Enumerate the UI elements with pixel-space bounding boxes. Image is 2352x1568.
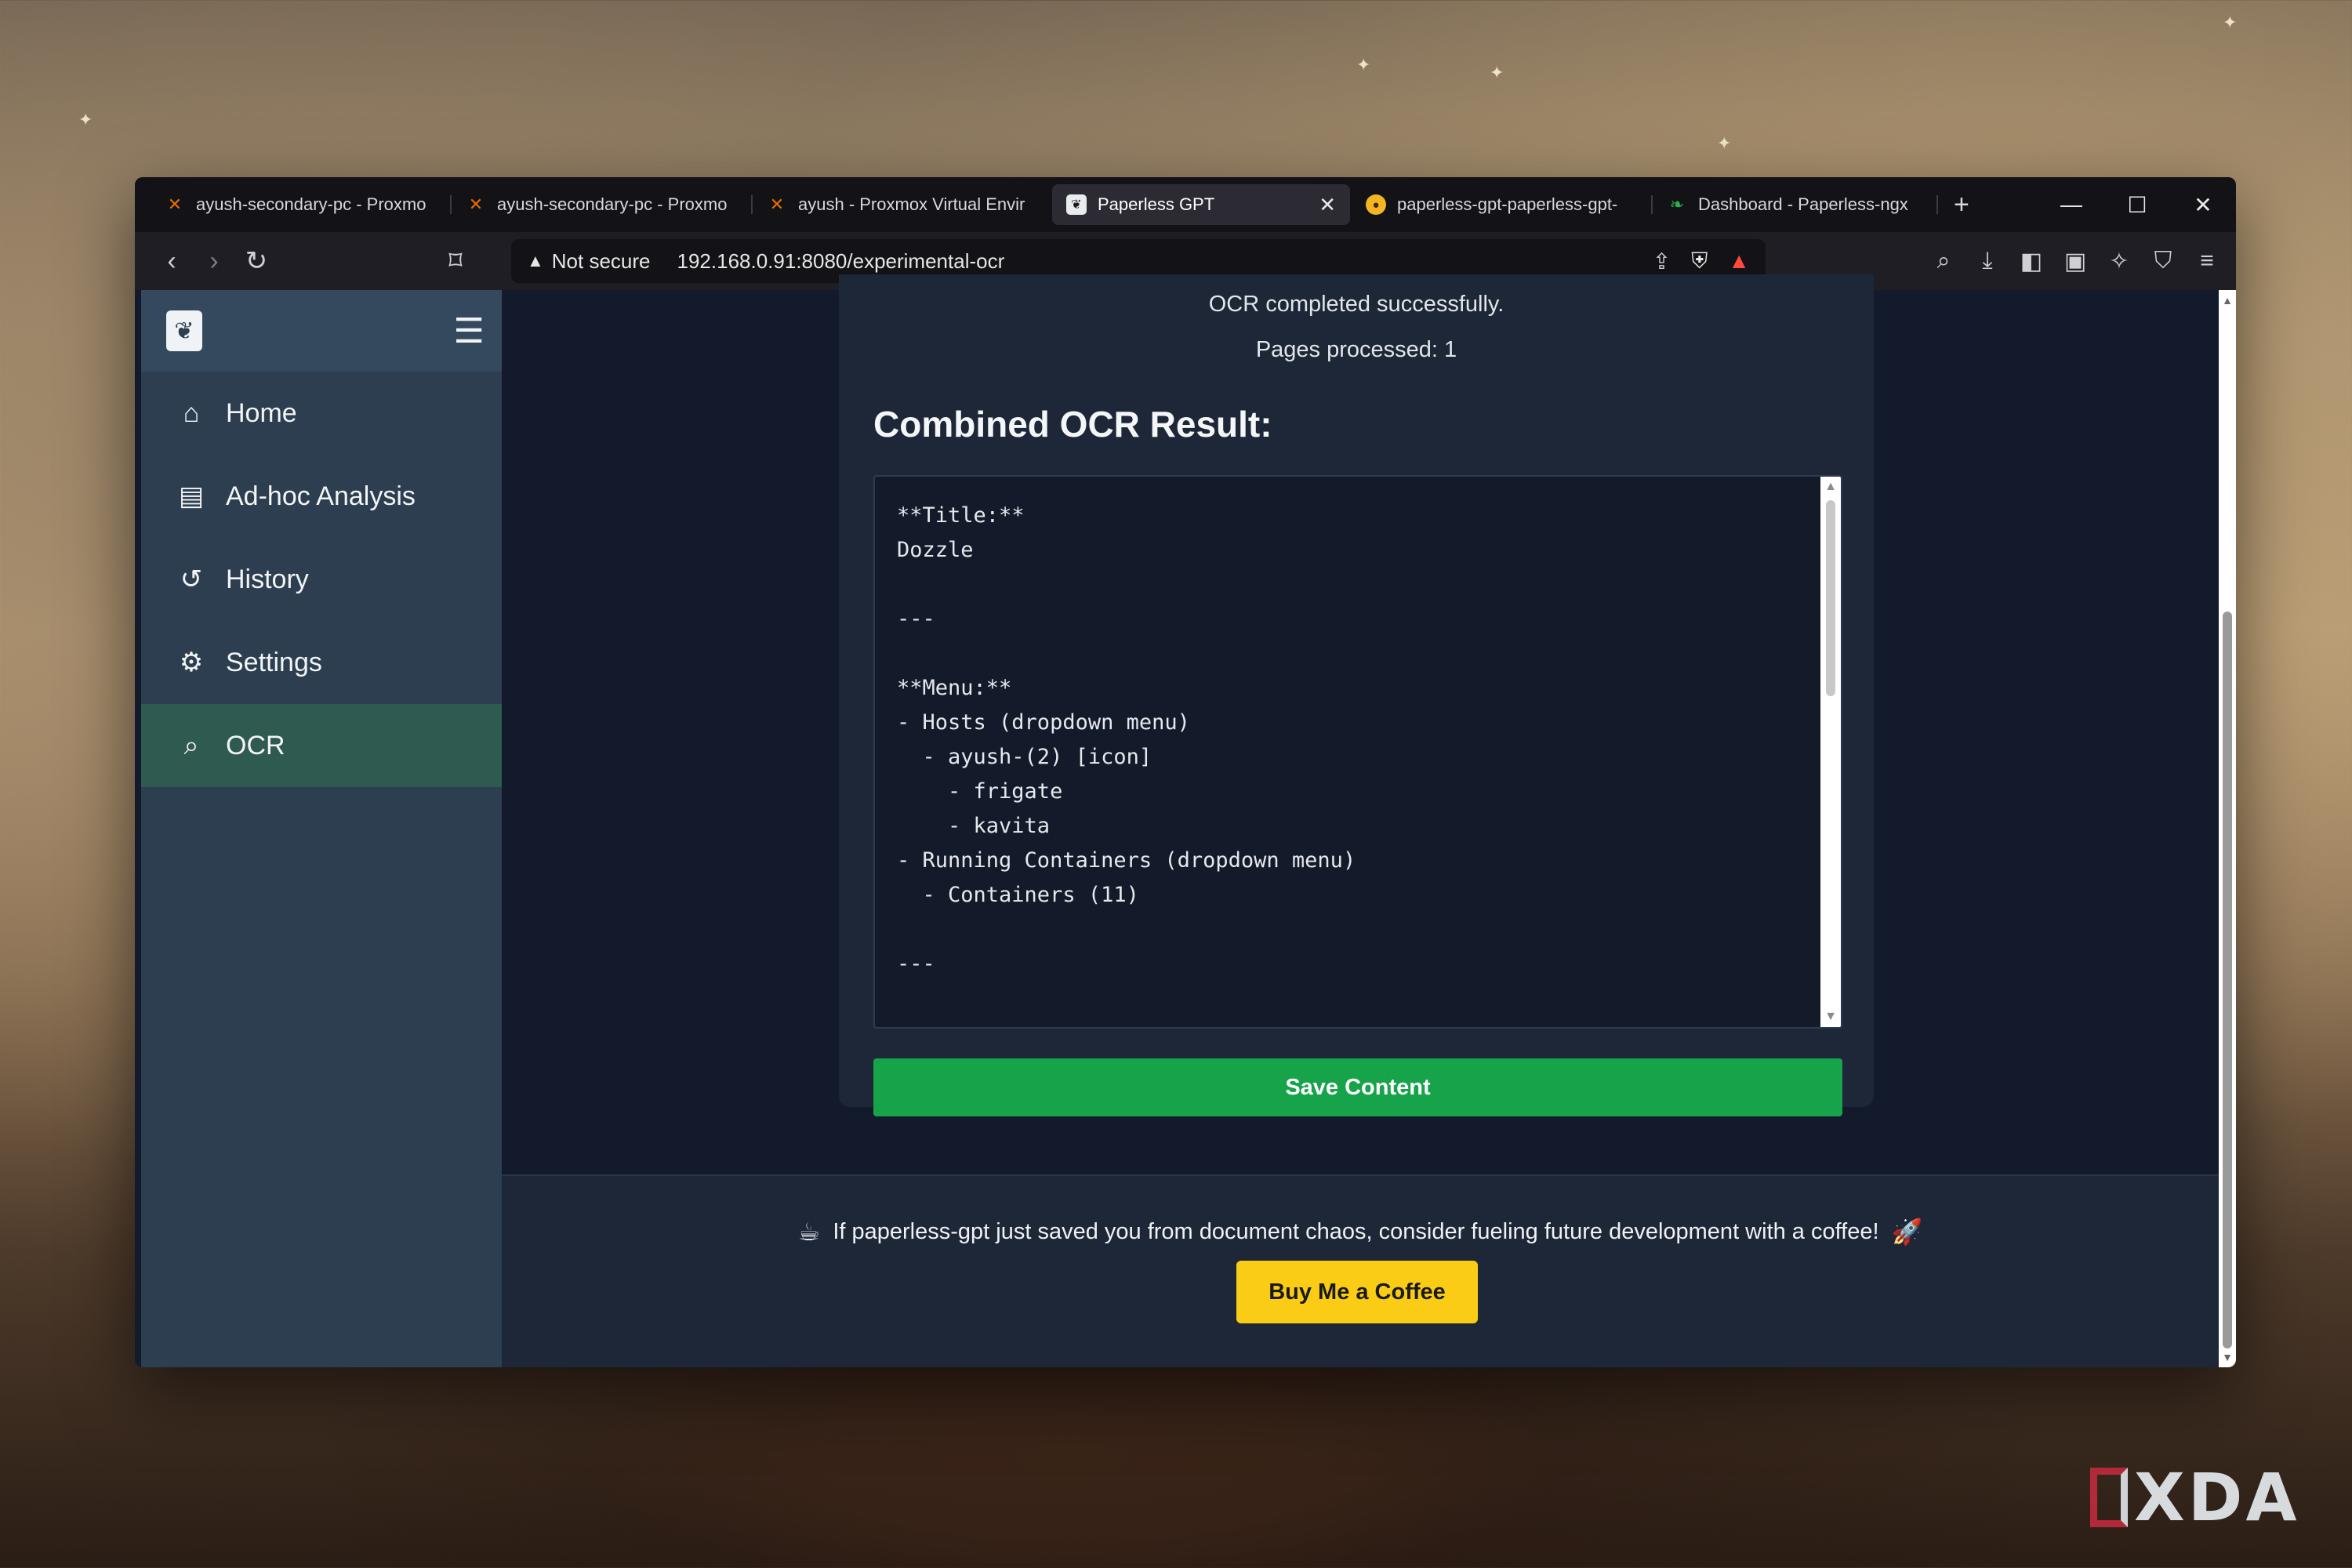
dozzle-icon: ● [1366,194,1386,215]
browser-window: ✕ ayush-secondary-pc - Proxmo ✕ ayush-se… [135,177,2236,1367]
browser-toolbar: ⌕ ⤓ ◧ ▣ ✧ ⛉ ≡ [1930,239,2220,283]
tab-title: Paperless GPT [1098,194,1215,214]
save-content-button[interactable]: Save Content [873,1058,1842,1116]
tab-separator [1936,195,1938,214]
tab-proxmox-secondary-1[interactable]: ✕ ayush-secondary-pc - Proxmo [151,184,448,225]
paperless-icon: ❦ [1066,194,1087,215]
sparkle-decoration: ✦ [1356,55,1371,74]
tab-title: ayush-secondary-pc - Proxmo [497,194,728,214]
sidebar-item-label: Ad-hoc Analysis [226,481,416,511]
ocr-status-message: OCR completed successfully. [1208,292,1504,317]
rocket-icon: 🚀 [1891,1218,1923,1246]
vpn-icon[interactable]: ⛉ [2150,248,2176,274]
ocr-scrollbar[interactable]: ▲ ▼ [1820,477,1841,1027]
tab-proxmox-secondary-2[interactable]: ✕ ayush-secondary-pc - Proxmo [452,184,750,225]
wallpaper-figure [580,1364,1568,1568]
screenshot-icon[interactable]: ⌕ [1930,248,1957,274]
menu-icon[interactable]: ≡ [2194,248,2220,274]
sidebar-item-label: Settings [226,647,322,677]
tab-dozzle[interactable]: ● paperless-gpt-paperless-gpt- [1352,184,1650,225]
brave-shield-icon[interactable]: ⛨ [1691,249,1708,274]
security-label: Not secure [551,249,651,273]
tab-proxmox-ayush[interactable]: ✕ ayush - Proxmox Virtual Envir [753,184,1051,225]
sparkle-decoration: ✦ [2223,13,2238,32]
ocr-result-text: **Title:** Dozzle --- **Menu:** - Hosts … [897,503,1356,976]
ocr-result-textarea[interactable]: **Title:** Dozzle --- **Menu:** - Hosts … [873,475,1842,1029]
sidebar-item-ocr[interactable]: ⌕ OCR [141,704,502,787]
footer-message-row: ☕ If paperless-gpt just saved you from d… [502,1217,2219,1247]
new-tab-icon[interactable]: + [1954,190,1969,220]
tab-title: paperless-gpt-paperless-gpt- [1397,194,1618,214]
sidebar-toggle-icon[interactable]: ◧ [2018,248,2045,275]
sidebar-item-label: History [226,564,309,594]
share-icon[interactable]: ⇪ [1653,249,1671,274]
download-icon[interactable]: ⤓ [1974,248,2001,274]
tab-bar: ✕ ayush-secondary-pc - Proxmo ✕ ayush-se… [135,177,2236,232]
tab-paperless-gpt[interactable]: ❦ Paperless GPT ✕ [1052,184,1350,225]
main-content: OCR completed successfully. Pages proces… [502,274,2219,1367]
sidebar-item-label: Home [226,397,297,428]
proxmox-icon: ✕ [167,194,183,214]
bookmark-icon[interactable]: ⌑ [434,240,477,282]
proxmox-icon: ✕ [468,194,484,214]
sparkle-decoration: ✦ [78,110,93,129]
result-title: Combined OCR Result: [873,404,1272,445]
minimize-icon[interactable]: — [2038,177,2104,232]
forward-icon[interactable]: › [193,240,235,282]
scroll-down-icon[interactable]: ▼ [2219,1348,2236,1366]
sparkle-decoration: ✦ [1490,63,1504,82]
page-scrollbar[interactable]: ▲ ▼ [2219,290,2236,1367]
hamburger-menu-icon[interactable]: ☰ [454,311,485,351]
security-indicator[interactable]: ▲ Not secure [527,249,651,274]
scroll-up-icon[interactable]: ▲ [1820,478,1841,495]
proxmox-icon: ✕ [769,194,785,214]
page-scroll-thumb[interactable] [2223,612,2232,1348]
tab-title: ayush - Proxmox Virtual Envir [798,194,1025,214]
xda-watermark: XDA [2090,1459,2325,1536]
page-viewport: ❦ ☰ ⌂ Home ▤ Ad-hoc Analysis ↺ History ⚙… [135,274,2236,1367]
paperless-gpt-logo[interactable]: ❦ [166,310,202,351]
buy-me-a-coffee-button[interactable]: Buy Me a Coffee [1236,1261,1478,1323]
reload-icon[interactable]: ↻ [235,240,278,282]
ocr-search-icon: ⌕ [183,730,199,760]
wallet-icon[interactable]: ▣ [2062,248,2089,275]
ocr-result-card: OCR completed successfully. Pages proces… [839,274,1874,1116]
scroll-down-icon[interactable]: ▼ [1820,1008,1841,1025]
xda-wordmark: XDA [2134,1459,2300,1536]
back-icon[interactable]: ‹ [151,240,193,282]
warning-icon: ▲ [527,251,544,270]
coffee-icon: ☕ [797,1218,821,1246]
support-footer: ☕ If paperless-gpt just saved you from d… [502,1174,2219,1367]
close-window-icon[interactable]: ✕ [2170,177,2236,232]
gear-icon: ⚙ [179,648,204,677]
brave-rewards-icon[interactable]: ▲ [1728,249,1750,274]
xda-bracket-icon [2090,1468,2128,1527]
history-icon: ↺ [180,564,203,594]
tab-paperless-ngx[interactable]: ❧ Dashboard - Paperless-ngx [1653,184,1935,225]
home-icon: ⌂ [183,397,200,428]
footer-message: If paperless-gpt just saved you from doc… [833,1218,1879,1244]
close-tab-icon[interactable]: ✕ [1319,193,1336,217]
sidebar-item-home[interactable]: ⌂ Home [141,372,502,455]
maximize-icon[interactable]: ☐ [2104,177,2170,232]
tab-title: ayush-secondary-pc - Proxmo [196,194,426,214]
window-controls: — ☐ ✕ [2038,177,2236,232]
ocr-scroll-thumb[interactable] [1826,500,1835,696]
scroll-up-icon[interactable]: ▲ [2219,292,2236,309]
leaf-icon: ❧ [1669,194,1685,214]
url-tools: ⇪ ⛨ ▲ [1653,249,1750,274]
pages-processed: Pages processed: 1 [1255,337,1457,362]
sidebar: ❦ ☰ ⌂ Home ▤ Ad-hoc Analysis ↺ History ⚙… [141,290,502,1367]
sidebar-item-history[interactable]: ↺ History [141,538,502,621]
document-chart-icon: ▤ [178,481,205,511]
sidebar-item-label: OCR [226,730,285,760]
leo-ai-icon[interactable]: ✧ [2106,248,2132,275]
sidebar-header: ❦ ☰ [141,290,502,372]
url-text[interactable]: 192.168.0.91:8080/experimental-ocr [677,249,1642,274]
sidebar-item-settings[interactable]: ⚙ Settings [141,621,502,704]
sparkle-decoration: ✦ [1717,133,1732,153]
tab-title: Dashboard - Paperless-ngx [1698,194,1908,214]
sidebar-item-adhoc-analysis[interactable]: ▤ Ad-hoc Analysis [141,455,502,538]
